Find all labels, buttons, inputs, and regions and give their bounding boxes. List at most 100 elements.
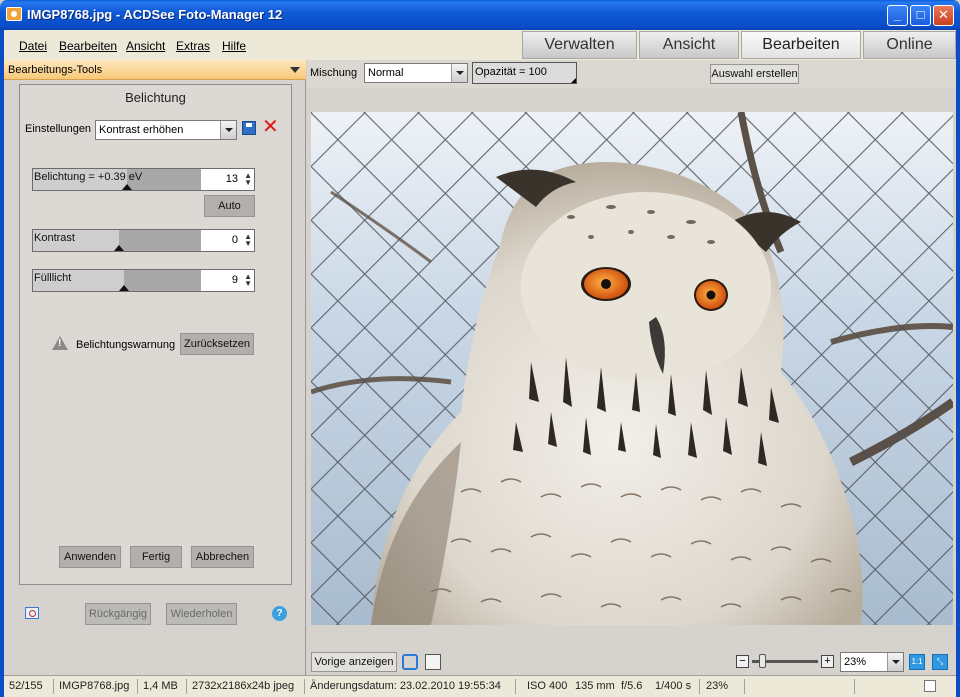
settings-dropdown[interactable]: Kontrast erhöhen [95,120,237,140]
settings-label: Einstellungen [25,123,92,135]
cancel-button[interactable]: Abbrechen [191,546,254,568]
menu-ansicht[interactable]: Ansicht [126,39,165,53]
chevron-down-icon[interactable] [887,653,903,671]
exposure-tool-box: Belichtung Einstellungen Kontrast erhöhe… [19,84,292,585]
fill-light-value-field[interactable]: 9 [203,274,238,286]
zoom-in-icon[interactable]: + [821,655,834,668]
help-icon[interactable]: ? [272,606,287,621]
status-divider [304,679,305,694]
status-divider [744,679,745,694]
menu-bearbeiten[interactable]: Bearbeiten [59,39,117,53]
status-focal: 135 mm [575,680,615,692]
save-icon[interactable] [242,121,256,135]
status-filename: IMGP8768.jpg [59,680,130,692]
status-divider [699,679,700,694]
chevron-down-icon[interactable] [220,121,236,139]
apply-button[interactable]: Anwenden [59,546,121,568]
status-checkbox[interactable] [924,680,936,692]
status-shutter: 1/400 s [655,680,692,692]
exposure-slider-track[interactable]: Belichtung = +0.39 eV [33,169,201,190]
tab-verwalten[interactable]: Verwalten [522,31,637,59]
zoom-slider-thumb[interactable] [759,654,766,668]
exposure-slider-label: Belichtung = +0.39 eV [34,171,143,183]
title-bar: IMGP8768.jpg - ACDSee Foto-Manager 12 _ … [0,0,960,30]
window-frame-right [956,30,960,697]
owl-photo [311,112,953,625]
close-button[interactable]: ✕ [933,5,954,26]
compare-icon[interactable] [402,654,418,670]
contrast-slider-track[interactable]: Kontrast [33,230,201,251]
contrast-slider[interactable]: Kontrast 0 ▲ ▼ [32,229,255,252]
menu-extras[interactable]: Extras [176,39,210,53]
blend-mode-label: Mischung [310,67,358,79]
blend-mode-value: Normal [368,67,404,79]
image-editor-area: Mischung Normal Opazität = 100 Auswahl e… [307,60,956,675]
panel-header-label: Bearbeitungs-Tools [8,64,103,76]
window-title: IMGP8768.jpg - ACDSee Foto-Manager 12 [27,7,283,22]
fit-to-window-icon[interactable]: ⤡ [932,654,948,670]
photo-canvas[interactable] [311,112,953,625]
status-modified: Änderungsdatum: 23.02.2010 19:55:34 [310,680,501,692]
tab-bearbeiten[interactable]: Bearbeiten [741,31,861,59]
menu-hilfe[interactable]: Hilfe [222,39,246,53]
status-divider [515,679,516,694]
exposure-warning-label: Belichtungswarnung [76,339,176,351]
actual-size-button[interactable]: 1:1 [909,654,925,670]
status-dimensions: 2732x2186x24b jpeg [192,680,295,692]
preview-icon[interactable] [25,607,39,619]
redo-button[interactable]: Wiederholen [166,603,237,625]
exposure-slider-thumb[interactable] [122,184,132,190]
exposure-value-field[interactable]: 13 [203,173,238,185]
zoom-out-icon[interactable]: − [736,655,749,668]
fill-light-slider[interactable]: Fülllicht 9 ▲ ▼ [32,269,255,292]
contrast-slider-thumb[interactable] [114,245,124,251]
contrast-slider-label: Kontrast [34,232,75,244]
bottom-toolbar: Vorige anzeigen − + 23% 1:1 ⤡ [307,648,956,675]
status-zoom: 23% [706,680,729,692]
zoom-dropdown-value: 23% [844,656,867,668]
exposure-slider[interactable]: Belichtung = +0.39 eV 13 ▲ ▼ [32,168,255,191]
done-button[interactable]: Fertig [130,546,182,568]
blend-mode-dropdown[interactable]: Normal [364,63,468,83]
spinner-arrows-icon[interactable]: ▲ ▼ [244,273,252,288]
status-aperture: f/5.6 [621,680,643,692]
chevron-down-icon[interactable] [290,67,300,73]
status-bar: 52/155 IMGP8768.jpg 1,4 MB 2732x2186x24b… [4,675,956,697]
delete-icon[interactable]: ✕ [262,117,279,137]
settings-dropdown-value: Kontrast erhöhen [99,124,184,136]
menu-bar: Datei Bearbeiten Ansicht Extras Hilfe Ve… [4,30,956,60]
tab-ansicht[interactable]: Ansicht [639,31,739,59]
show-previous-button[interactable]: Vorige anzeigen [311,652,397,672]
auto-button[interactable]: Auto [204,195,255,217]
editing-tools-panel: Bearbeitungs-Tools Belichtung Einstellun… [4,60,306,675]
minimize-button[interactable]: _ [887,5,908,26]
chevron-down-icon[interactable] [451,64,467,82]
fill-light-slider-track[interactable]: Fülllicht [33,270,201,291]
tool-title: Belichtung [125,90,186,105]
status-iso: ISO 400 [527,680,568,692]
status-index: 52/155 [9,680,43,692]
spinner-arrows-icon[interactable]: ▲ ▼ [244,172,252,187]
status-divider [53,679,54,694]
maximize-button[interactable]: □ [910,5,931,26]
undo-button[interactable]: Rückgängig [85,603,151,625]
zoom-dropdown[interactable]: 23% [840,652,904,672]
contrast-value-field[interactable]: 0 [203,234,238,246]
editor-toolbar: Mischung Normal Opazität = 100 Auswahl e… [307,60,956,88]
create-selection-button[interactable]: Auswahl erstellen [710,64,799,84]
warning-icon[interactable] [52,336,68,350]
status-divider [137,679,138,694]
app-icon[interactable] [6,7,22,21]
histogram-icon[interactable] [425,654,441,670]
panel-header[interactable]: Bearbeitungs-Tools [4,60,306,80]
status-filesize: 1,4 MB [143,680,178,692]
tab-online[interactable]: Online [863,31,956,59]
fill-light-slider-thumb[interactable] [119,285,129,291]
menu-datei[interactable]: Datei [19,39,47,53]
status-divider [186,679,187,694]
status-divider [854,679,855,694]
reset-button[interactable]: Zurücksetzen [180,333,254,355]
spinner-arrows-icon[interactable]: ▲ ▼ [244,233,252,248]
fill-light-slider-label: Fülllicht [34,272,72,284]
opacity-slider[interactable]: Opazität = 100 [472,62,577,84]
